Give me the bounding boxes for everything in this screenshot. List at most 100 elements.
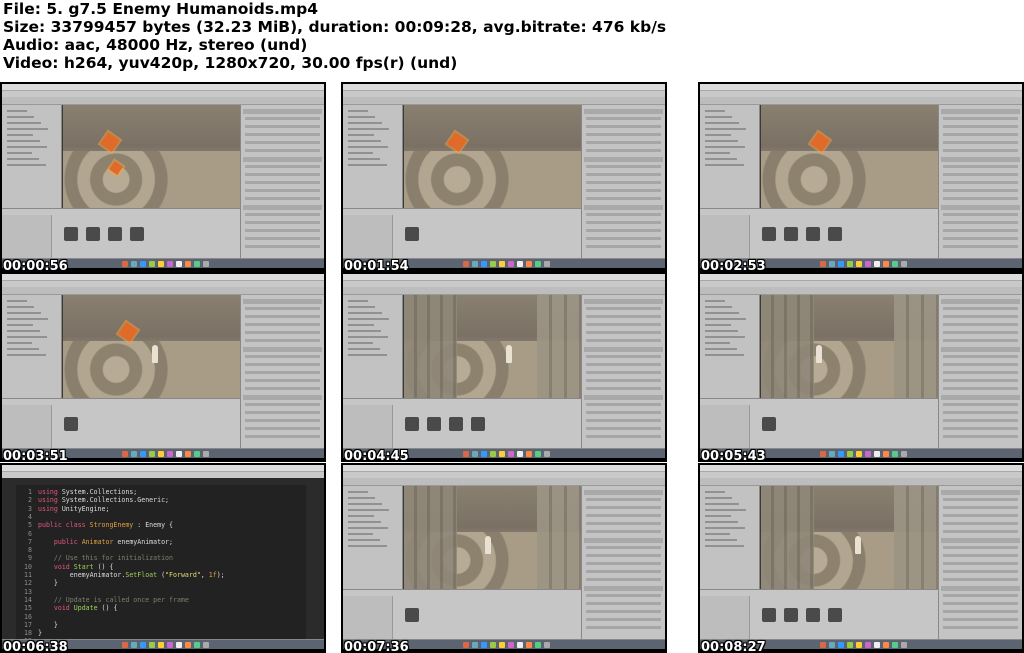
hierarchy-row <box>348 128 389 130</box>
dock-app-icon <box>149 642 155 648</box>
unity-editor-screen <box>343 274 665 458</box>
inspector-field <box>586 371 661 374</box>
hierarchy-row <box>705 348 737 350</box>
hierarchy-row <box>705 336 745 338</box>
dock-app-icon <box>140 261 146 267</box>
video-thumbnail: 00:04:45 <box>341 272 667 462</box>
inspector-field <box>943 149 1018 152</box>
inspector-field <box>245 165 320 168</box>
inspector-field <box>245 173 320 176</box>
video-info-line: Video: h264, yuv420p, 1280x720, 30.00 fp… <box>3 54 458 72</box>
dock-app-icon <box>167 261 173 267</box>
inspector-panel <box>240 295 324 458</box>
code-token: "Forward" <box>165 571 201 579</box>
asset-icon <box>828 608 842 622</box>
hierarchy-panel <box>700 295 760 398</box>
inspector-field <box>586 419 661 422</box>
menu-bar <box>700 465 1022 472</box>
scene-wall-right <box>536 295 581 398</box>
enemy-cube <box>810 132 830 152</box>
inspector-field <box>586 229 661 232</box>
inspector-field <box>943 339 1018 342</box>
hierarchy-row <box>7 354 46 356</box>
code-line: 5 public class StrongEnemy : Enemy { <box>16 520 173 531</box>
hierarchy-row <box>348 348 380 350</box>
dock-app-icon <box>490 451 496 457</box>
inspector-field <box>943 514 1018 517</box>
inspector-field <box>943 221 1018 224</box>
dock-app-icon <box>535 261 541 267</box>
editor-toolbar <box>700 287 1022 295</box>
inspector-field <box>245 331 320 334</box>
dock-app-icon <box>847 451 853 457</box>
inspector-field <box>943 618 1018 621</box>
dock-app-icon <box>526 261 532 267</box>
inspector-field <box>943 403 1018 406</box>
dock-app-icon <box>856 451 862 457</box>
inspector-field <box>586 610 661 613</box>
inspector-component-header <box>941 299 1020 304</box>
inspector-field <box>586 379 661 382</box>
inspector-field <box>586 173 661 176</box>
dock-app-icon <box>838 451 844 457</box>
hierarchy-row <box>705 122 739 124</box>
video-thumbnail: 00:03:51 <box>0 272 326 462</box>
hierarchy-row <box>7 140 40 142</box>
inspector-field <box>245 371 320 374</box>
hierarchy-row <box>7 348 39 350</box>
asset-icon <box>828 227 842 241</box>
thumbnail-grid: 00:00:56 00:01:54 00:02:53 00:03:51 00:04:45… <box>0 82 1024 653</box>
inspector-field <box>943 379 1018 382</box>
dock-app-icon <box>149 261 155 267</box>
hierarchy-row <box>705 509 746 511</box>
scene-view <box>404 295 581 398</box>
hierarchy-row <box>7 318 48 320</box>
scene-view <box>63 295 240 398</box>
dock-app-icon <box>874 451 880 457</box>
inspector-field <box>586 514 661 517</box>
inspector-field <box>245 197 320 200</box>
inspector-component-header <box>584 395 663 400</box>
inspector-component-header <box>243 205 322 210</box>
dock-app-icon <box>892 642 898 648</box>
inspector-field <box>245 403 320 406</box>
inspector-panel <box>240 105 324 268</box>
inspector-field <box>245 221 320 224</box>
dock-app-icon <box>499 261 505 267</box>
dock-app-icon <box>829 642 835 648</box>
editor-toolbar <box>343 287 665 295</box>
code-token: , <box>200 571 209 579</box>
hierarchy-row <box>348 342 373 344</box>
video-thumbnail: 00:01:54 <box>341 82 667 272</box>
inspector-component-header <box>941 157 1020 162</box>
inspector-panel <box>581 105 665 268</box>
dock-app-icon <box>472 642 478 648</box>
inspector-field <box>245 363 320 366</box>
inspector-field <box>943 323 1018 326</box>
hierarchy-row <box>348 324 374 326</box>
hierarchy-row <box>348 354 387 356</box>
dock-app-icon <box>883 451 889 457</box>
inspector-field <box>586 331 661 334</box>
asset-icon <box>86 227 100 241</box>
inspector-field <box>943 578 1018 581</box>
hierarchy-row <box>348 533 373 535</box>
inspector-field <box>943 610 1018 613</box>
dock-app-icon <box>820 451 826 457</box>
dock-app-icon <box>158 261 164 267</box>
video-thumbnail: 00:05:43 <box>698 272 1024 462</box>
inspector-field <box>586 546 661 549</box>
hierarchy-panel <box>2 105 62 208</box>
video-thumbnail: 00:08:27 <box>698 463 1024 653</box>
inspector-field <box>586 149 661 152</box>
asset-icon <box>806 608 820 622</box>
asset-icon <box>405 227 419 241</box>
scene-wall-left <box>404 486 458 589</box>
inspector-field <box>943 213 1018 216</box>
hierarchy-row <box>7 158 39 160</box>
inspector-field <box>586 237 661 240</box>
hierarchy-row <box>348 158 380 160</box>
code-token: public <box>53 537 82 546</box>
inspector-field <box>586 315 661 318</box>
inspector-field <box>245 149 320 152</box>
